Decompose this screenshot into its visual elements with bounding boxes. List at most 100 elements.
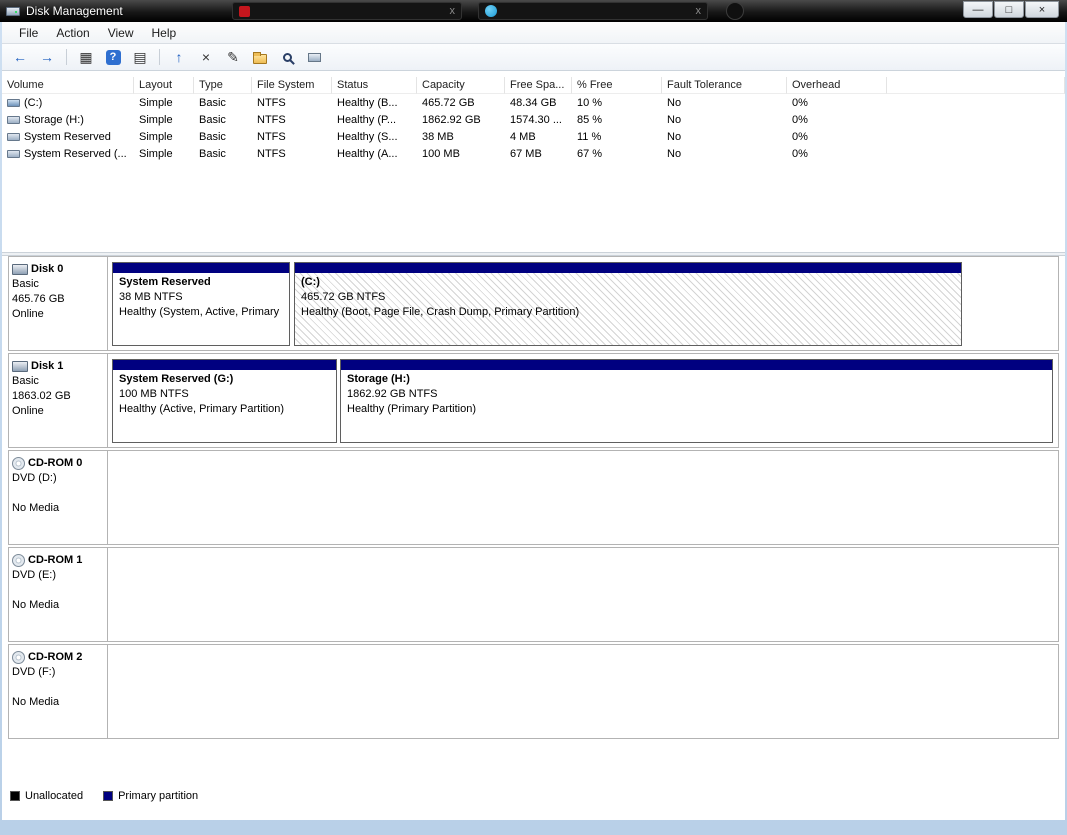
column-free-space[interactable]: Free Spa... <box>505 77 572 94</box>
volume-pct-free: 11 % <box>572 131 662 143</box>
search-icon[interactable] <box>275 46 299 68</box>
column-overhead[interactable]: Overhead <box>787 77 887 94</box>
volume-status: Healthy (S... <box>332 131 417 143</box>
open-folder-icon[interactable] <box>248 46 272 68</box>
volume-overhead: 0% <box>787 114 887 126</box>
partition-title: (C:) <box>301 275 955 290</box>
up-glyph: ↑ <box>176 50 183 64</box>
menu-action[interactable]: Action <box>47 23 98 43</box>
volume-capacity: 1862.92 GB <box>417 114 505 126</box>
close-button[interactable]: × <box>1025 1 1059 18</box>
column-pct-free[interactable]: % Free <box>572 77 662 94</box>
menu-help[interactable]: Help <box>143 23 186 43</box>
volume-name: System Reserved (... <box>24 148 127 160</box>
column-fault-tolerance[interactable]: Fault Tolerance <box>662 77 787 94</box>
toolbar-separator <box>66 49 67 65</box>
cd-icon <box>12 651 25 664</box>
cdrom-1-graph <box>108 548 1058 641</box>
rescan-disks-icon[interactable] <box>302 46 326 68</box>
minimize-button[interactable]: — <box>963 1 993 18</box>
primary-partition-strip <box>113 263 289 273</box>
partition-size: 100 MB NTFS <box>119 387 330 402</box>
volume-name: (C:) <box>24 97 42 109</box>
disk-size: 1863.02 GB <box>12 389 104 404</box>
legend-primary-partition: Primary partition <box>103 790 198 802</box>
menu-view[interactable]: View <box>99 23 143 43</box>
forward-icon[interactable]: → <box>35 46 59 68</box>
show-console-tree-icon[interactable]: ▦ <box>74 46 98 68</box>
column-filler <box>887 77 1065 94</box>
volume-row-c[interactable]: (C:) Simple Basic NTFS Healthy (B... 465… <box>2 94 1065 111</box>
disk-status: No Media <box>12 598 104 613</box>
disk-0-header[interactable]: Disk 0 Basic 465.76 GB Online <box>9 257 108 350</box>
background-window-fragment[interactable]: x <box>478 2 708 20</box>
column-capacity[interactable]: Capacity <box>417 77 505 94</box>
volume-free: 1574.30 ... <box>505 114 572 126</box>
drive-shape <box>308 53 321 62</box>
primary-partition-strip <box>113 360 336 370</box>
background-circle-button[interactable] <box>726 2 744 20</box>
disk-status: Online <box>12 404 104 419</box>
column-volume[interactable]: Volume <box>2 77 134 94</box>
back-icon[interactable]: ← <box>8 46 32 68</box>
disk-1-row: Disk 1 Basic 1863.02 GB Online System Re… <box>8 353 1059 448</box>
cdrom-1-header[interactable]: CD-ROM 1 DVD (E:) No Media <box>9 548 108 641</box>
show-action-pane-icon[interactable]: ▤ <box>128 46 152 68</box>
action-pane-glyph: ▤ <box>133 50 146 64</box>
partition-c[interactable]: (C:) 465.72 GB NTFS Healthy (Boot, Page … <box>294 262 962 346</box>
partition-title: System Reserved <box>119 275 283 290</box>
background-window-fragment[interactable]: x <box>232 2 462 20</box>
back-glyph: ← <box>13 50 27 64</box>
partition-storage-h[interactable]: Storage (H:) 1862.92 GB NTFS Healthy (Pr… <box>340 359 1053 443</box>
volume-type: Basic <box>194 131 252 143</box>
fragment-close-icon[interactable]: x <box>696 5 702 17</box>
cdrom-2-row: CD-ROM 2 DVD (F:) No Media <box>8 644 1059 739</box>
cdrom-0-header[interactable]: CD-ROM 0 DVD (D:) No Media <box>9 451 108 544</box>
partition-system-reserved-g[interactable]: System Reserved (G:) 100 MB NTFS Healthy… <box>112 359 337 443</box>
menu-file[interactable]: File <box>10 23 47 43</box>
disk-0-row: Disk 0 Basic 465.76 GB Online System Res… <box>8 256 1059 351</box>
folder-shape <box>253 54 267 64</box>
fragment-close-icon[interactable]: x <box>450 5 456 17</box>
disk-1-header[interactable]: Disk 1 Basic 1863.02 GB Online <box>9 354 108 447</box>
disk-name: CD-ROM 2 <box>28 650 82 665</box>
volume-icon <box>7 150 20 158</box>
up-one-level-icon[interactable]: ↑ <box>167 46 191 68</box>
help-icon[interactable]: ? <box>101 46 125 68</box>
volume-icon <box>7 116 20 124</box>
unallocated-swatch <box>10 791 20 801</box>
maximize-button[interactable]: □ <box>994 1 1024 18</box>
volume-free: 48.34 GB <box>505 97 572 109</box>
app-drive-icon <box>6 7 20 16</box>
delete-icon[interactable]: × <box>194 46 218 68</box>
volume-row-system-reserved[interactable]: System Reserved Simple Basic NTFS Health… <box>2 128 1065 145</box>
volume-fs: NTFS <box>252 148 332 160</box>
forward-glyph: → <box>40 50 54 64</box>
partition-health: Healthy (Active, Primary Partition) <box>119 402 330 417</box>
legend-label: Primary partition <box>118 790 198 802</box>
disk-name: Disk 1 <box>31 359 63 374</box>
volume-type: Basic <box>194 148 252 160</box>
volume-pct-free: 67 % <box>572 148 662 160</box>
disk-name: Disk 0 <box>31 262 63 277</box>
legend: Unallocated Primary partition <box>10 790 198 802</box>
partition-size: 1862.92 GB NTFS <box>347 387 1046 402</box>
disk-kind: Basic <box>12 374 104 389</box>
column-layout[interactable]: Layout <box>134 77 194 94</box>
partition-size: 465.72 GB NTFS <box>301 290 955 305</box>
volume-row-storage-h[interactable]: Storage (H:) Simple Basic NTFS Healthy (… <box>2 111 1065 128</box>
toolbar-separator <box>159 49 160 65</box>
disk-icon <box>12 264 28 275</box>
volume-name: System Reserved <box>24 131 111 143</box>
column-status[interactable]: Status <box>332 77 417 94</box>
column-type[interactable]: Type <box>194 77 252 94</box>
partition-system-reserved[interactable]: System Reserved 38 MB NTFS Healthy (Syst… <box>112 262 290 346</box>
properties-icon[interactable]: ✎ <box>221 46 245 68</box>
cdrom-2-header[interactable]: CD-ROM 2 DVD (F:) No Media <box>9 645 108 738</box>
column-file-system[interactable]: File System <box>252 77 332 94</box>
cdrom-0-graph <box>108 451 1058 544</box>
volume-type: Basic <box>194 97 252 109</box>
volume-row-system-reserved-g[interactable]: System Reserved (... Simple Basic NTFS H… <box>2 145 1065 162</box>
volume-overhead: 0% <box>787 148 887 160</box>
volume-list-pane: Volume Layout Type File System Status Ca… <box>2 71 1065 252</box>
